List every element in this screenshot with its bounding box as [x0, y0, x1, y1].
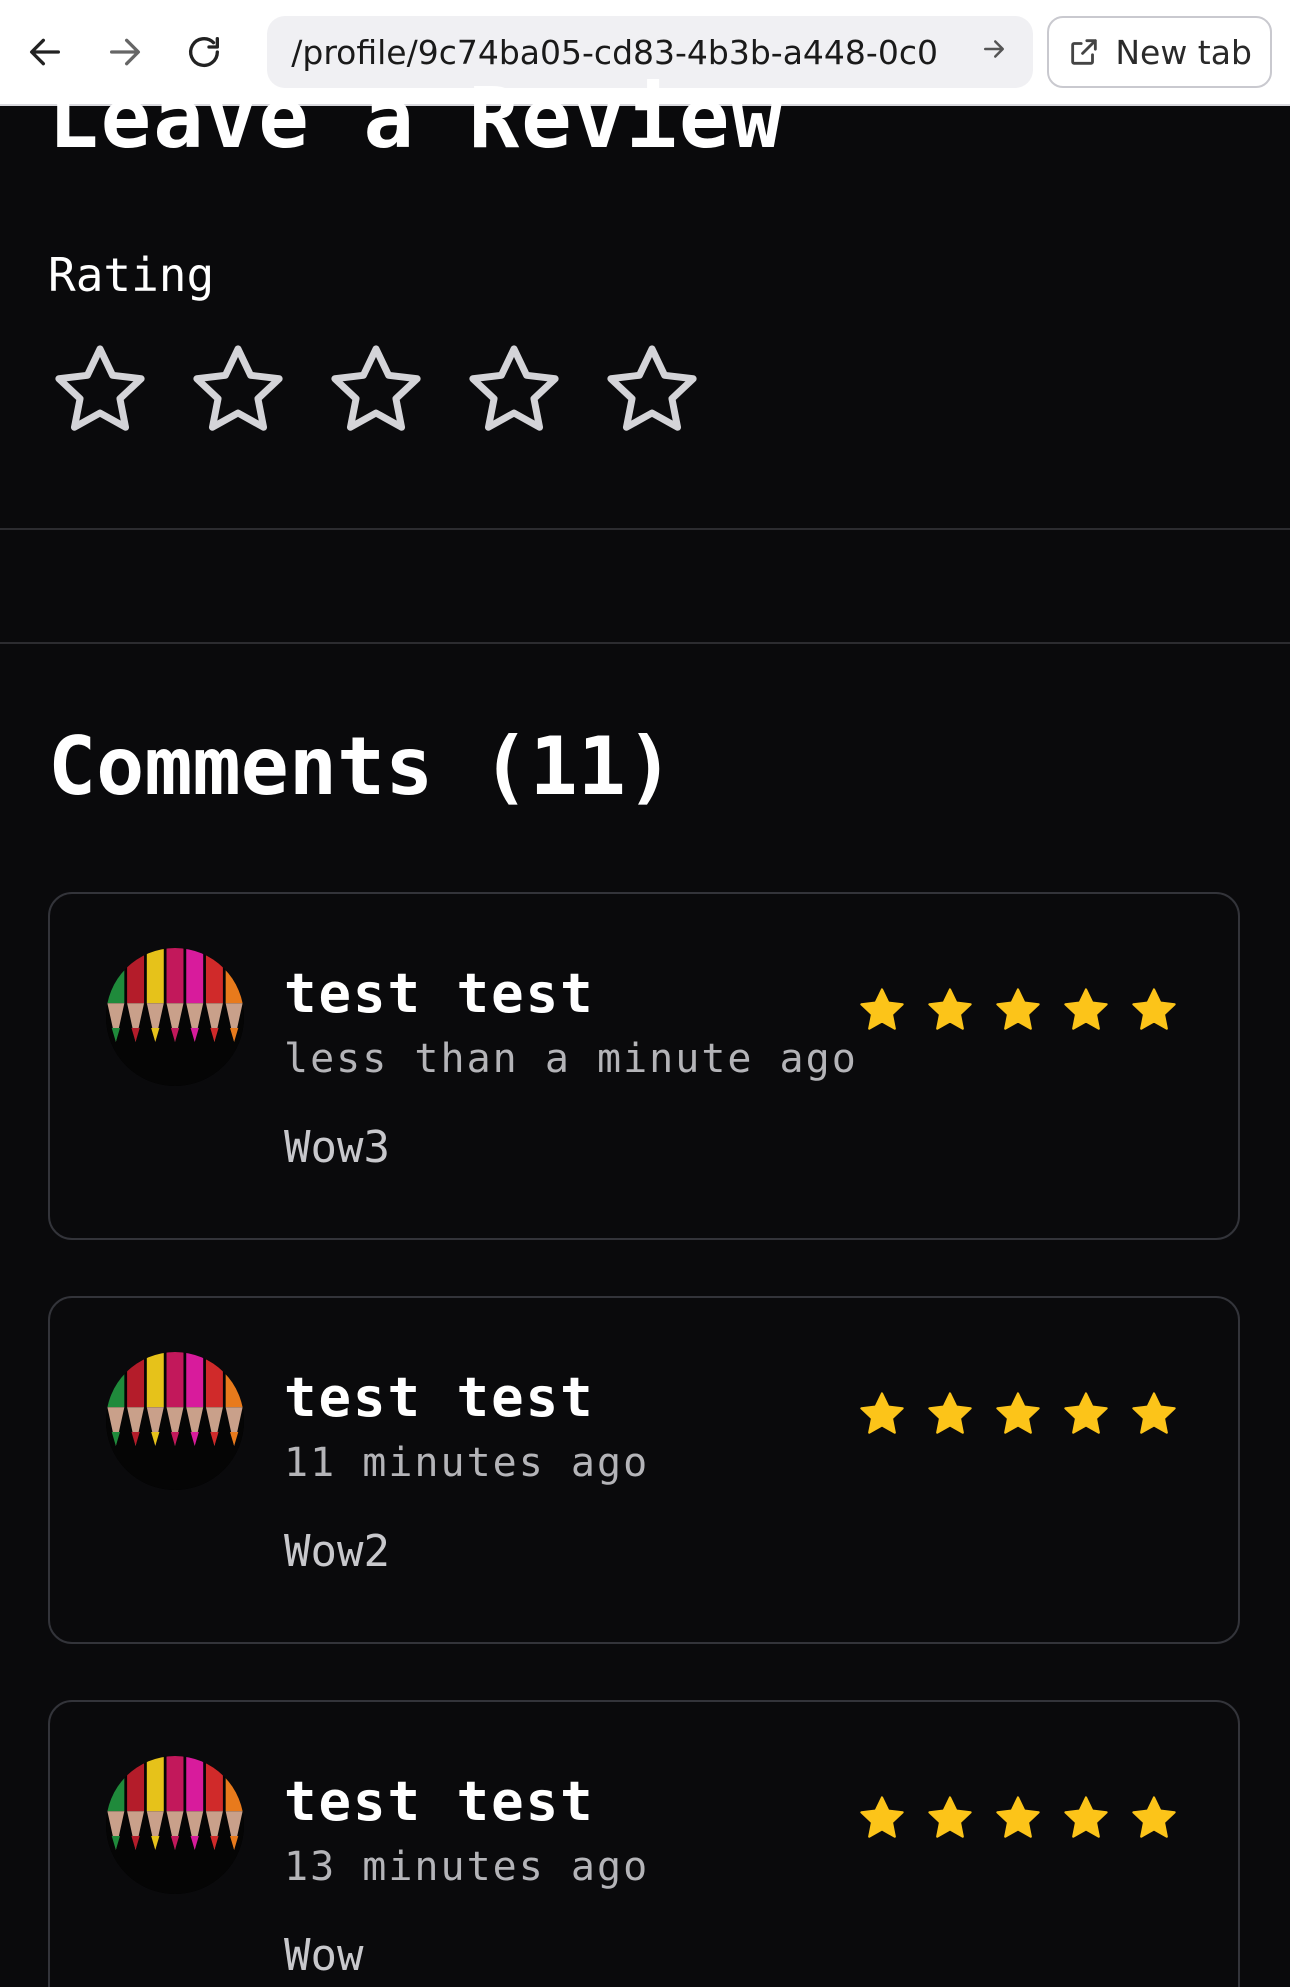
rating-star-icon[interactable] — [186, 338, 290, 442]
comment-card: test test 13 minutes ago Wow — [48, 1700, 1240, 1987]
divider — [0, 642, 1290, 644]
arrow-right-icon — [109, 38, 140, 66]
rating-label: Rating — [48, 248, 215, 302]
comment-author: test test — [284, 1770, 595, 1833]
star-icon — [1132, 1392, 1176, 1434]
comment-rating — [856, 984, 1180, 1036]
comments-heading: Comments (11) — [48, 720, 675, 813]
star-icon — [1064, 988, 1108, 1030]
comment-body: Wow2 — [284, 1526, 390, 1577]
star-icon — [1132, 988, 1176, 1030]
avatar — [106, 1352, 244, 1490]
comment-author: test test — [284, 1366, 595, 1429]
rating-star-icon[interactable] — [48, 338, 152, 442]
comment-rating — [856, 1792, 1180, 1844]
comment-timestamp: 13 minutes ago — [284, 1844, 650, 1890]
comment-timestamp: less than a minute ago — [284, 1036, 858, 1082]
url-text: /profile/9c74ba05-cd83-4b3b-a448-0c0 — [291, 32, 938, 72]
avatar — [106, 1756, 244, 1894]
comment-rating — [856, 1388, 1180, 1440]
star-icon — [996, 988, 1040, 1030]
divider — [0, 528, 1290, 530]
comment-body: Wow3 — [284, 1122, 390, 1173]
star-icon — [1064, 1796, 1108, 1838]
rating-input[interactable] — [48, 338, 704, 442]
new-tab-button[interactable]: New tab — [1047, 16, 1272, 88]
avatar — [106, 948, 244, 1086]
reload-icon — [189, 37, 220, 68]
external-link-icon — [1071, 39, 1098, 65]
star-icon — [928, 1796, 972, 1838]
star-icon — [996, 1796, 1040, 1838]
star-icon — [860, 988, 904, 1030]
new-tab-label: New tab — [1115, 32, 1252, 72]
rating-star-icon[interactable] — [462, 338, 566, 442]
colored-pencils-image — [106, 948, 244, 1086]
rating-star-icon[interactable] — [600, 338, 704, 442]
star-icon — [1064, 1392, 1108, 1434]
comment-author: test test — [284, 962, 595, 1025]
comment-timestamp: 11 minutes ago — [284, 1440, 650, 1486]
go-arrow-icon[interactable] — [979, 33, 1009, 72]
colored-pencils-image — [106, 1352, 244, 1490]
comment-card: test test less than a minute ago Wow3 — [48, 892, 1240, 1240]
star-icon — [860, 1796, 904, 1838]
star-icon — [1132, 1796, 1176, 1838]
arrow-left-icon — [29, 38, 60, 66]
review-heading: Leave a Review — [48, 69, 785, 167]
comment-body: Wow — [284, 1930, 364, 1981]
rating-star-icon[interactable] — [324, 338, 428, 442]
star-icon — [860, 1392, 904, 1434]
star-icon — [928, 988, 972, 1030]
star-icon — [928, 1392, 972, 1434]
star-icon — [996, 1392, 1040, 1434]
comment-card: test test 11 minutes ago Wow2 — [48, 1296, 1240, 1644]
colored-pencils-image — [106, 1756, 244, 1894]
